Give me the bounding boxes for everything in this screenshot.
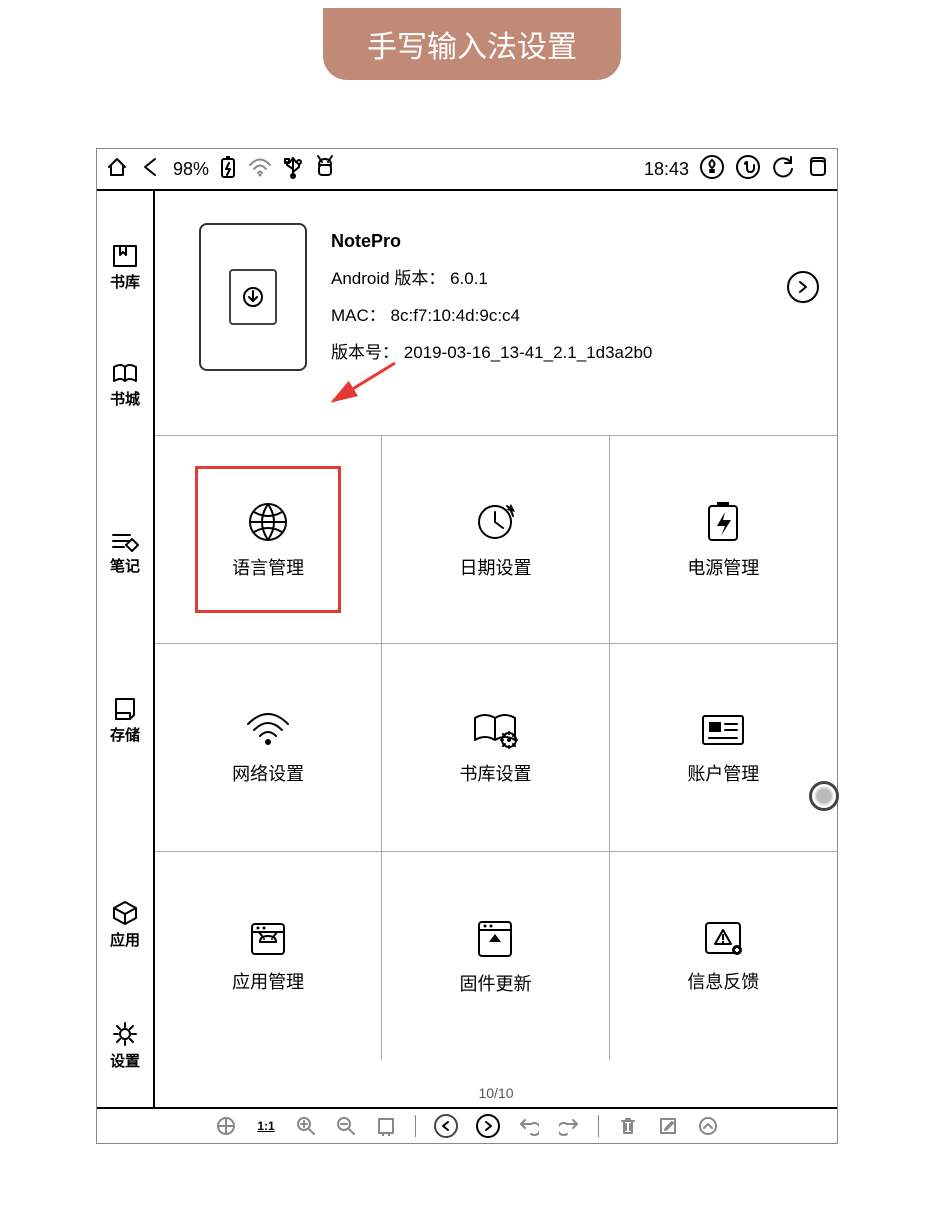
grid-label: 账户管理 <box>687 760 759 786</box>
clock-time: 18:43 <box>644 159 689 180</box>
chevron-right-icon[interactable] <box>787 271 819 303</box>
page-title-text: 手写输入法设置 <box>367 31 577 64</box>
sidebar-item-label: 应用 <box>110 929 140 950</box>
sidebar-item-label: 设置 <box>110 1050 140 1071</box>
sidebar-item-settings[interactable]: 设置 <box>110 1020 140 1071</box>
grid-label: 语言管理 <box>232 554 304 580</box>
page-title-badge: 手写输入法设置 <box>323 8 621 80</box>
sidebar-item-label: 存储 <box>110 724 140 745</box>
apps-manage-icon <box>246 918 290 958</box>
clock-icon <box>473 500 517 544</box>
device-frame: 98% 18:43 书库 <box>96 148 838 1144</box>
grid-label: 书库设置 <box>459 760 531 786</box>
wifi-off-icon[interactable] <box>247 156 273 183</box>
fit-11-icon[interactable]: 1:1 <box>255 1115 277 1137</box>
gear-icon <box>111 1020 139 1048</box>
frontlight-icon[interactable] <box>699 154 725 185</box>
device-info-lines: NotePro Android 版本： 6.0.1 MAC： 8c:f7:10:… <box>331 231 652 363</box>
sidebar: 书库 书城 笔记 存储 应用 设置 <box>97 191 155 1107</box>
account-icon <box>699 710 747 750</box>
feedback-icon <box>701 918 745 958</box>
battery-icon <box>219 155 237 184</box>
redo-icon[interactable] <box>558 1115 580 1137</box>
settings-grid: 语言管理 日期设置 电源管理 网络设置 书库设置 <box>155 435 837 1060</box>
sidebar-item-label: 书库 <box>110 271 140 292</box>
grid-label: 应用管理 <box>232 968 304 994</box>
refresh-icon[interactable] <box>771 155 795 184</box>
undo-icon[interactable] <box>518 1115 540 1137</box>
grid-cell-apps-manage[interactable]: 应用管理 <box>155 852 382 1060</box>
power-icon <box>703 500 743 544</box>
page-indicator: 10/10 <box>478 1085 513 1101</box>
sidebar-item-label: 书城 <box>110 388 140 409</box>
grid-cell-power[interactable]: 电源管理 <box>610 436 837 644</box>
usb-icon <box>283 155 303 184</box>
device-name: NotePro <box>331 231 652 252</box>
sidebar-item-library[interactable]: 书库 <box>110 243 140 292</box>
globe-icon <box>246 500 290 544</box>
library-settings-icon <box>471 710 519 750</box>
float-ball[interactable] <box>809 781 839 811</box>
trash-icon[interactable] <box>617 1115 639 1137</box>
zoom-in-icon[interactable] <box>295 1115 317 1137</box>
device-thumbnail <box>199 223 307 371</box>
mac-row: MAC： 8c:f7:10:4d:9c:c4 <box>331 301 652 326</box>
grid-cell-language[interactable]: 语言管理 <box>155 436 382 644</box>
grid-label: 电源管理 <box>687 554 759 580</box>
grid-cell-feedback[interactable]: 信息反馈 <box>610 852 837 1060</box>
apps-icon <box>111 899 139 927</box>
status-bar: 98% 18:43 <box>97 149 837 191</box>
sidebar-item-store[interactable]: 书城 <box>110 362 140 409</box>
next-page-icon[interactable] <box>476 1114 500 1138</box>
store-icon <box>111 362 139 386</box>
zoom-out-icon[interactable] <box>335 1115 357 1137</box>
android-icon <box>313 155 337 184</box>
sidebar-item-notes[interactable]: 笔记 <box>110 529 140 576</box>
sidebar-item-storage[interactable]: 存储 <box>110 696 140 745</box>
firmware-update-icon <box>473 916 517 960</box>
sidebar-item-label: 笔记 <box>110 555 140 576</box>
device-info-card[interactable]: NotePro Android 版本： 6.0.1 MAC： 8c:f7:10:… <box>155 191 837 383</box>
notes-icon <box>110 529 140 553</box>
crop-icon[interactable] <box>375 1115 397 1137</box>
grid-cell-library-settings[interactable]: 书库设置 <box>382 644 609 852</box>
android-version-row: Android 版本： 6.0.1 <box>331 264 652 289</box>
collapse-icon[interactable] <box>697 1115 719 1137</box>
sidebar-item-apps[interactable]: 应用 <box>110 899 140 950</box>
grid-label: 固件更新 <box>459 970 531 996</box>
grid-cell-firmware[interactable]: 固件更新 <box>382 852 609 1060</box>
library-icon <box>111 243 139 269</box>
storage-icon <box>112 696 138 722</box>
grid-cell-date[interactable]: 日期设置 <box>382 436 609 644</box>
download-icon <box>241 285 265 309</box>
grid-label: 日期设置 <box>459 554 531 580</box>
home-icon[interactable] <box>105 155 129 184</box>
main-panel: NotePro Android 版本： 6.0.1 MAC： 8c:f7:10:… <box>155 191 837 1107</box>
prev-page-icon[interactable] <box>434 1114 458 1138</box>
wifi-icon <box>244 710 292 750</box>
layout-icon[interactable] <box>215 1115 237 1137</box>
multitask-icon[interactable] <box>805 155 829 184</box>
reader-toolbar: 1:1 <box>97 1107 837 1143</box>
edit-icon[interactable] <box>657 1115 679 1137</box>
back-icon[interactable] <box>139 155 163 184</box>
grid-cell-account[interactable]: 账户管理 <box>610 644 837 852</box>
grid-cell-network[interactable]: 网络设置 <box>155 644 382 852</box>
grid-label: 信息反馈 <box>687 968 759 994</box>
battery-percent: 98% <box>173 159 209 180</box>
grid-label: 网络设置 <box>232 760 304 786</box>
build-row: 版本号： 2019-03-16_13-41_2.1_1d3a2b0 <box>331 338 652 363</box>
touch-icon[interactable] <box>735 154 761 185</box>
